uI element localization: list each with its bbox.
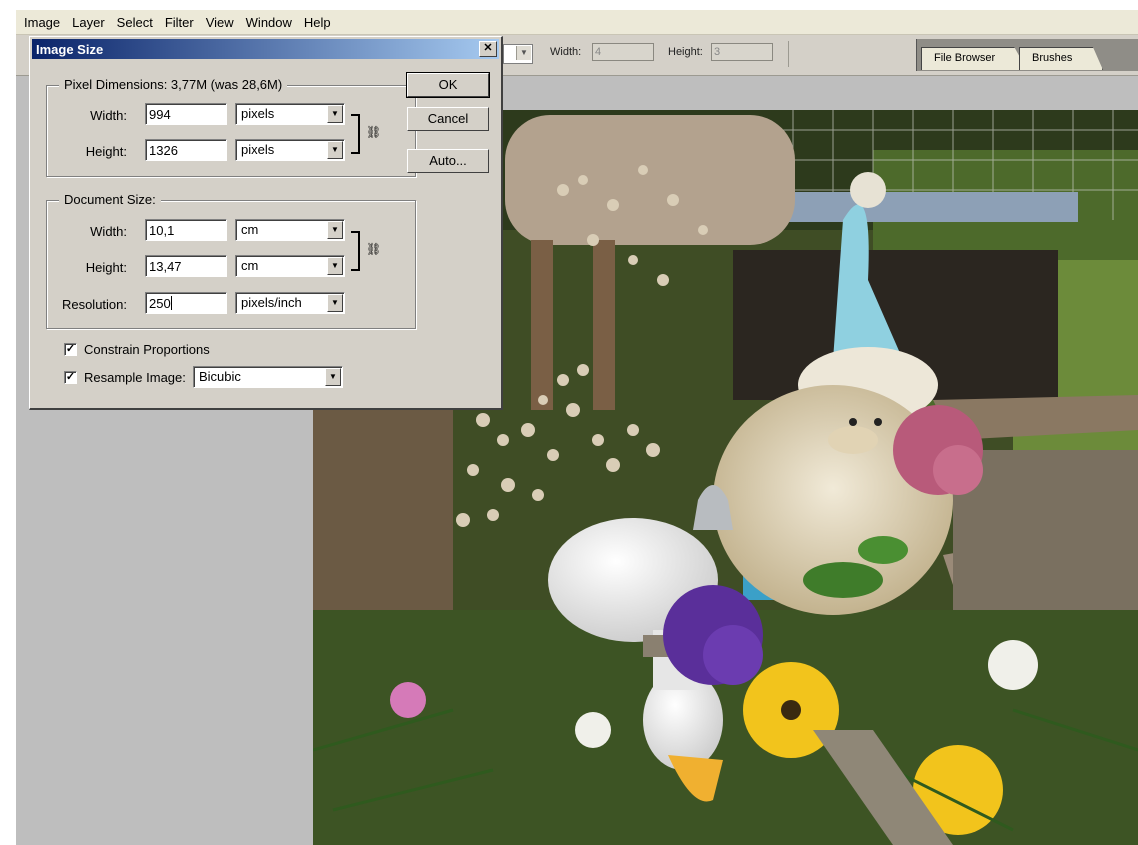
resample-image-checkbox[interactable]: ✓: [64, 371, 77, 384]
constrain-proportions-checkbox[interactable]: ✓: [64, 343, 77, 356]
close-button[interactable]: ✕: [479, 41, 497, 57]
style-select[interactable]: ▼: [503, 44, 533, 64]
tab-brushes[interactable]: Brushes: [1019, 47, 1103, 70]
doc-height-unit-value: cm: [241, 258, 259, 273]
chevron-down-icon[interactable]: ▼: [327, 257, 343, 275]
chevron-down-icon[interactable]: ▼: [327, 141, 343, 159]
resolution-unit-value: pixels/inch: [241, 295, 302, 310]
text-caret: [170, 296, 172, 310]
menu-help[interactable]: Help: [298, 15, 337, 30]
options-width-label: Width:: [550, 46, 582, 58]
doc-width-unit-select[interactable]: cm ▼: [235, 219, 345, 241]
resolution-unit-select[interactable]: pixels/inch ▼: [235, 292, 345, 314]
tab-file-browser[interactable]: File Browser: [921, 47, 1027, 70]
resample-image-label[interactable]: Resample Image:: [84, 370, 186, 385]
chain-link-icon: ⛓: [366, 242, 382, 256]
options-height-label: Height:: [668, 46, 703, 58]
pixel-dimensions-title: Pixel Dimensions: 3,77M (was 28,6M): [59, 77, 288, 92]
menu-bar: Image Layer Select Filter View Window He…: [16, 10, 1138, 35]
menu-image[interactable]: Image: [16, 15, 66, 30]
link-bracket: [351, 114, 360, 154]
close-icon: ✕: [483, 42, 493, 54]
pixel-width-unit-value: pixels: [241, 106, 275, 121]
cancel-button[interactable]: Cancel: [407, 107, 489, 131]
pixel-height-label: Height:: [85, 144, 127, 159]
resolution-label: Resolution:: [61, 297, 127, 312]
document-size-title: Document Size:: [59, 192, 161, 207]
document-size-group: Document Size: Width: 10,1 cm ▼ Height: …: [46, 192, 416, 329]
image-size-dialog: Image Size ✕ Pixel Dimensions: 3,77M (wa…: [29, 36, 503, 410]
pixel-height-unit-select[interactable]: pixels ▼: [235, 139, 345, 161]
constrain-proportions-label[interactable]: Constrain Proportions: [84, 342, 210, 357]
pixel-width-input[interactable]: 994: [145, 103, 227, 125]
pixel-width-label: Width:: [90, 108, 127, 123]
doc-width-input[interactable]: 10,1: [145, 219, 227, 241]
doc-width-label: Width:: [90, 224, 127, 239]
ok-button[interactable]: OK: [406, 72, 490, 98]
chevron-down-icon[interactable]: ▼: [327, 105, 343, 123]
chevron-down-icon[interactable]: ▼: [325, 368, 341, 386]
doc-height-label: Height:: [85, 260, 127, 275]
menu-view[interactable]: View: [200, 15, 240, 30]
menu-filter[interactable]: Filter: [159, 15, 200, 30]
doc-width-unit-value: cm: [241, 222, 259, 237]
palette-well: File Browser Brushes: [916, 39, 1138, 71]
chevron-down-icon[interactable]: ▼: [327, 294, 343, 312]
dialog-title: Image Size: [36, 42, 104, 57]
menu-window[interactable]: Window: [240, 15, 298, 30]
menu-layer[interactable]: Layer: [66, 15, 111, 30]
doc-height-unit-select[interactable]: cm ▼: [235, 255, 345, 277]
dialog-title-bar[interactable]: Image Size ✕: [32, 39, 499, 59]
options-height-input[interactable]: 3: [711, 43, 773, 61]
chevron-down-icon[interactable]: ▼: [327, 221, 343, 239]
options-width-input[interactable]: 4: [592, 43, 654, 61]
chain-link-icon: ⛓: [366, 125, 382, 139]
resolution-value: 250: [149, 296, 171, 311]
pixel-width-unit-select[interactable]: pixels ▼: [235, 103, 345, 125]
link-bracket: [351, 231, 360, 271]
resample-method-select[interactable]: Bicubic ▼: [193, 366, 343, 388]
menu-select[interactable]: Select: [111, 15, 159, 30]
doc-height-input[interactable]: 13,47: [145, 255, 227, 277]
options-separator: [788, 41, 789, 67]
pixel-height-input[interactable]: 1326: [145, 139, 227, 161]
pixel-height-unit-value: pixels: [241, 142, 275, 157]
resolution-input[interactable]: 250: [145, 292, 227, 314]
resample-method-value: Bicubic: [199, 369, 241, 384]
pixel-dimensions-group: Pixel Dimensions: 3,77M (was 28,6M) Widt…: [46, 77, 416, 177]
chevron-down-icon: ▼: [516, 46, 531, 60]
auto-button[interactable]: Auto...: [407, 149, 489, 173]
check-icon: ✓: [65, 343, 76, 355]
check-icon: ✓: [65, 371, 76, 383]
